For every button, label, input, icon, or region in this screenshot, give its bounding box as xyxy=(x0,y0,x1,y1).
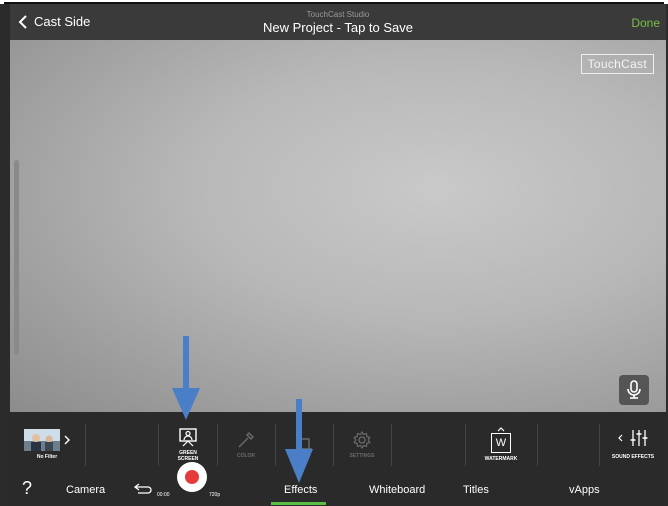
divider xyxy=(391,424,392,466)
filter-label: No Filter xyxy=(36,453,58,460)
arrow-down-icon xyxy=(285,399,313,483)
watermark-label: WATERMARK xyxy=(484,455,518,462)
watermark-letter: W xyxy=(495,436,507,449)
camera-preview[interactable]: TouchCast xyxy=(10,40,666,412)
effects-toolbar: No Filter GREEN SCREEN COLOR SETTINGS W … xyxy=(10,412,666,476)
color-button[interactable]: COLOR xyxy=(218,412,274,476)
tab-effects[interactable]: Effects xyxy=(284,484,317,496)
vertical-slider[interactable] xyxy=(14,160,19,355)
filter-button[interactable]: No Filter xyxy=(12,412,82,476)
sound-effects-button[interactable]: SOUND EFFECTS xyxy=(600,412,666,476)
green-screen-label-line-2: SCREEN xyxy=(177,455,199,462)
project-title[interactable]: New Project - Tap to Save xyxy=(10,20,666,35)
tab-camera[interactable]: Camera xyxy=(66,484,105,496)
record-timer: 00:00 xyxy=(157,492,170,498)
touchcast-watermark: TouchCast xyxy=(580,54,654,74)
chevron-right-icon xyxy=(64,435,70,444)
tab-whiteboard[interactable]: Whiteboard xyxy=(369,484,425,496)
app-root: Cast Side TouchCast Studio New Project -… xyxy=(0,0,668,506)
watermark-button[interactable]: W WATERMARK xyxy=(466,412,536,476)
eyedropper-icon xyxy=(238,431,254,447)
sound-effects-label: SOUND EFFECTS xyxy=(611,454,655,460)
undo-icon[interactable] xyxy=(134,483,152,495)
green-screen-label: GREEN SCREEN xyxy=(178,450,199,462)
arrow-down-icon xyxy=(172,336,200,420)
bottom-nav: ? Camera 00:00 720p Effects Whiteboard T… xyxy=(10,462,666,506)
divider xyxy=(158,424,159,466)
settings-label: SETTINGS xyxy=(349,452,375,459)
help-button[interactable]: ? xyxy=(22,478,32,499)
top-bar: Cast Side TouchCast Studio New Project -… xyxy=(10,4,666,40)
sliders-icon xyxy=(630,430,647,446)
active-tab-indicator xyxy=(271,502,326,505)
tab-titles[interactable]: Titles xyxy=(463,484,489,496)
microphone-button[interactable] xyxy=(619,375,649,405)
chevron-left-icon xyxy=(617,434,622,442)
watermark-icon: W xyxy=(491,432,511,453)
filter-thumbnail-icon xyxy=(24,428,60,451)
settings-button[interactable]: SETTINGS xyxy=(334,412,390,476)
divider xyxy=(537,424,538,466)
color-label: COLOR xyxy=(236,452,256,459)
microphone-icon xyxy=(627,380,641,399)
gear-icon xyxy=(353,430,371,449)
record-button[interactable] xyxy=(177,462,207,492)
resolution-label: 720p xyxy=(209,492,221,498)
tab-vapps[interactable]: vApps xyxy=(569,484,600,496)
divider xyxy=(85,424,86,466)
done-button[interactable]: Done xyxy=(631,16,660,30)
record-icon xyxy=(185,470,199,484)
app-name: TouchCast Studio xyxy=(306,10,370,19)
green-screen-icon xyxy=(179,427,197,446)
chevron-up-icon xyxy=(497,426,505,431)
